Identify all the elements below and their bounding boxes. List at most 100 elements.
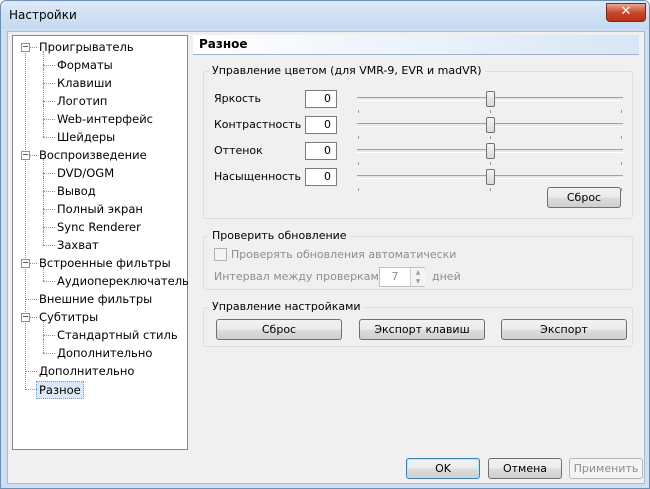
tree-item[interactable]: DVD/OGM <box>57 165 114 181</box>
slider-label: Насыщенность <box>214 170 301 183</box>
page-header: Разное <box>193 35 639 55</box>
auto-update-label: Проверять обновления автоматически <box>231 248 457 261</box>
tree-item[interactable]: Дополнительно <box>57 345 152 361</box>
tree-connector <box>43 87 44 105</box>
tree-item[interactable]: Sync Renderer <box>57 219 141 235</box>
tree-item[interactable]: Проигрыватель <box>39 39 134 55</box>
tree-connector <box>43 69 44 87</box>
tree-item[interactable]: Встроенные фильтры <box>39 255 171 271</box>
tree-connector <box>43 353 55 354</box>
tree-connector <box>43 213 44 231</box>
tree-connector <box>25 371 37 372</box>
tree-item[interactable]: Web-интерфейс <box>57 111 153 127</box>
tree-connector <box>43 173 55 174</box>
tree-connector <box>43 195 44 213</box>
slider-thumb[interactable] <box>485 117 495 133</box>
settings-tree[interactable]: Проигрыватель − Форматы Клавиши Логотип Web-и… <box>12 35 189 450</box>
cancel-button[interactable]: Отмена <box>488 458 562 479</box>
slider-thumb[interactable] <box>485 169 495 185</box>
interval-value[interactable]: 7 <box>380 268 410 286</box>
interval-label: Интервал между проверками: <box>214 270 390 283</box>
tree-item[interactable]: Дополнительно <box>39 363 134 379</box>
spin-down-icon[interactable]: ▼ <box>410 277 425 286</box>
slider-label: Оттенок <box>214 144 263 157</box>
tree-item[interactable]: Форматы <box>57 57 113 73</box>
tree-item[interactable]: Разное <box>36 381 84 399</box>
tree-connector <box>43 177 44 195</box>
close-button[interactable]: ✕ <box>606 3 646 22</box>
tree-item[interactable]: Внешние фильтры <box>39 291 152 307</box>
tree-connector <box>43 101 55 102</box>
tree-connector <box>43 83 55 84</box>
tree-connector <box>43 281 55 282</box>
export-button[interactable]: Экспорт <box>501 319 627 340</box>
tree-connector <box>43 191 55 192</box>
slider-value-field[interactable]: 0 <box>305 142 337 160</box>
update-group-title: Проверить обновление <box>209 229 350 242</box>
slider-thumb[interactable] <box>485 143 495 159</box>
dialog-client-area: Проигрыватель − Форматы Клавиши Логотип Web-и… <box>7 31 645 484</box>
slider-tick <box>358 162 359 165</box>
apply-button[interactable]: Применить <box>569 458 643 479</box>
tree-item[interactable]: Субтитры <box>39 309 98 325</box>
interval-unit: дней <box>432 270 461 283</box>
tree-item[interactable]: Полный экран <box>57 201 143 217</box>
slider-tick <box>621 162 622 165</box>
tree-connector <box>43 123 44 137</box>
tree-connector <box>43 209 55 210</box>
tree-connector <box>43 119 55 120</box>
tree-connector <box>43 339 44 353</box>
tree-connector <box>43 335 55 336</box>
tree-connector <box>43 159 44 177</box>
slider-value-field[interactable]: 0 <box>305 168 337 186</box>
collapse-icon[interactable]: − <box>21 151 30 160</box>
slider-value-field[interactable]: 0 <box>305 116 337 134</box>
tree-item[interactable]: Захват <box>57 237 99 253</box>
tree-connector <box>43 267 44 281</box>
tree-connector <box>43 231 44 245</box>
tree-item[interactable]: Клавиши <box>57 75 112 91</box>
settings-reset-button[interactable]: Сброс <box>216 319 342 340</box>
tree-item[interactable]: Стандартный стиль <box>57 327 178 343</box>
tree-item[interactable]: Логотип <box>57 93 107 109</box>
export-keys-button[interactable]: Экспорт клавиш <box>359 319 485 340</box>
tree-connector <box>43 245 55 246</box>
settings-management-title: Управление настройками <box>209 300 364 313</box>
slider-tick <box>621 110 622 113</box>
tree-connector <box>25 299 37 300</box>
tree-connector <box>43 105 44 123</box>
slider-tick <box>358 188 359 191</box>
slider-label: Контрастность <box>214 118 302 131</box>
interval-spinner[interactable]: 7 ▲ ▼ <box>379 267 425 287</box>
tree-item[interactable]: Аудиопереключатель <box>57 273 189 289</box>
slider-tick <box>489 110 491 113</box>
title-bar[interactable]: Настройки ✕ <box>1 1 649 29</box>
slider-tick <box>621 188 622 191</box>
collapse-icon[interactable]: − <box>21 259 30 268</box>
settings-page: Разное Управление цветом (для VMR-9, EVR… <box>193 35 639 450</box>
tree-connector <box>43 321 44 339</box>
slider-tick <box>489 136 491 139</box>
slider-value-field[interactable]: 0 <box>305 90 337 108</box>
window-title: Настройки <box>9 8 77 22</box>
slider-tick <box>358 136 359 139</box>
tree-connector <box>43 227 55 228</box>
slider-tick <box>489 188 491 191</box>
tree-item[interactable]: Воспроизведение <box>39 147 147 163</box>
slider-tick <box>489 162 491 165</box>
tree-item[interactable]: Шейдеры <box>57 129 115 145</box>
tree-item[interactable]: Вывод <box>57 183 96 199</box>
tree-root-connector <box>25 44 26 390</box>
tree-connector <box>25 389 37 390</box>
auto-update-checkbox[interactable] <box>214 248 227 261</box>
collapse-icon[interactable]: − <box>21 313 30 322</box>
ok-button[interactable]: OK <box>406 458 480 479</box>
collapse-icon[interactable]: − <box>21 43 30 52</box>
page-title: Разное <box>199 37 248 51</box>
slider-thumb[interactable] <box>485 91 495 107</box>
slider-tick <box>621 136 622 139</box>
tree-connector <box>43 137 55 138</box>
slider-label: Яркость <box>214 92 261 105</box>
slider-tick <box>358 110 359 113</box>
color-reset-button[interactable]: Сброс <box>547 187 621 208</box>
